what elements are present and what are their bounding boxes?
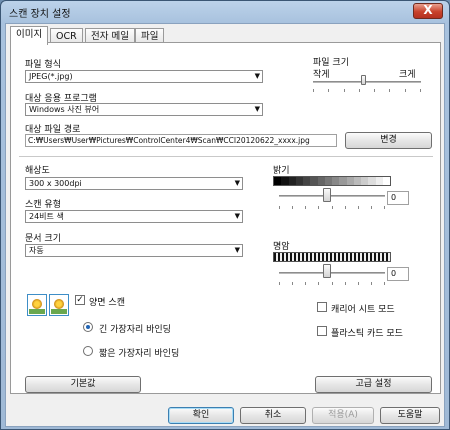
resolution-label: 해상도 — [25, 166, 50, 176]
apply-button[interactable]: 적용(A) — [312, 407, 374, 424]
doc-size-label: 문서 크기 — [25, 234, 61, 244]
chevron-down-icon: ▼ — [254, 105, 260, 113]
contrast-label: 명암 — [273, 242, 290, 252]
brightness-slider-thumb[interactable] — [323, 188, 331, 202]
plastic-card-checkbox[interactable] — [317, 326, 327, 336]
advanced-settings-button[interactable]: 고급 설정 — [315, 376, 432, 393]
tab-image[interactable]: 이미지 — [10, 26, 49, 45]
ok-button[interactable]: 확인 — [168, 407, 234, 424]
long-edge-binding-label: 긴 가장자리 바인딩 — [99, 325, 171, 335]
scan-type-label: 스캔 유형 — [25, 200, 61, 210]
contrast-slider-thumb[interactable] — [323, 264, 331, 278]
divider — [19, 156, 433, 157]
carrier-sheet-checkbox[interactable] — [317, 302, 327, 312]
target-app-value: Windows 사진 뷰어 — [29, 105, 100, 114]
short-edge-binding-radio[interactable] — [83, 346, 93, 356]
file-size-small-label: 작게 — [313, 70, 330, 80]
chevron-down-icon: ▼ — [234, 212, 240, 220]
change-path-button[interactable]: 변경 — [345, 132, 432, 149]
close-button[interactable]: X — [413, 3, 443, 19]
resolution-select[interactable]: 300 x 300dpi ▼ — [25, 177, 243, 190]
duplex-page-back-icon — [49, 294, 69, 316]
file-type-select[interactable]: JPEG(*.jpg) ▼ — [25, 70, 263, 83]
plastic-card-label: 플라스틱 카드 모드 — [331, 329, 403, 339]
title-bar: 스캔 장치 설정 X — [1, 1, 449, 23]
dialog-client-area: 이미지 OCR 전자 메일 파일 파일 형식 JPEG(*.jpg) ▼ 파일 … — [5, 23, 445, 427]
duplex-checkbox[interactable]: ✓ — [75, 295, 85, 305]
brightness-gradient — [273, 176, 391, 186]
duplex-checkbox-label: 양면 스캔 — [89, 298, 125, 308]
scan-type-select[interactable]: 24비트 색 ▼ — [25, 210, 243, 223]
image-tab-panel: 파일 형식 JPEG(*.jpg) ▼ 파일 크기 작게 크게 대상 응용 프로… — [10, 42, 441, 394]
scan-settings-window: 스캔 장치 설정 X 이미지 OCR 전자 메일 파일 파일 형식 JPEG(*… — [0, 0, 450, 430]
file-type-label: 파일 형식 — [25, 60, 61, 70]
long-edge-binding-radio[interactable] — [83, 322, 93, 332]
duplex-page-front-icon — [27, 294, 47, 316]
contrast-value-field[interactable]: 0 — [387, 267, 409, 281]
brightness-value-field[interactable]: 0 — [387, 191, 409, 205]
carrier-sheet-label: 캐리어 시트 모드 — [331, 305, 395, 315]
doc-size-select[interactable]: 자동 ▼ — [25, 244, 243, 257]
file-type-value: JPEG(*.jpg) — [29, 72, 73, 81]
scan-type-value: 24비트 색 — [29, 212, 64, 221]
dest-path-field[interactable]: C:₩Users₩User₩Pictures₩ControlCenter4₩Sc… — [25, 134, 337, 147]
brightness-slider[interactable] — [279, 195, 385, 197]
contrast-pattern — [273, 252, 391, 262]
help-button[interactable]: 도움말 — [380, 407, 440, 424]
chevron-down-icon: ▼ — [234, 179, 240, 187]
doc-size-value: 자동 — [29, 246, 44, 255]
resolution-value: 300 x 300dpi — [29, 179, 82, 188]
file-size-slider-ticks — [313, 89, 421, 92]
contrast-slider-ticks — [279, 282, 385, 285]
brightness-slider-ticks — [279, 206, 385, 209]
target-app-select[interactable]: Windows 사진 뷰어 ▼ — [25, 103, 263, 116]
brightness-label: 밝기 — [273, 166, 290, 176]
cancel-button[interactable]: 취소 — [240, 407, 306, 424]
chevron-down-icon: ▼ — [254, 72, 260, 80]
short-edge-binding-label: 짧은 가장자리 바인딩 — [99, 349, 180, 359]
default-button[interactable]: 기본값 — [25, 376, 141, 393]
chevron-down-icon: ▼ — [234, 246, 240, 254]
file-size-large-label: 크게 — [399, 70, 416, 80]
file-size-slider-thumb[interactable] — [361, 75, 366, 85]
window-title: 스캔 장치 설정 — [9, 9, 71, 20]
file-size-slider[interactable] — [313, 81, 421, 83]
contrast-slider[interactable] — [279, 272, 385, 274]
